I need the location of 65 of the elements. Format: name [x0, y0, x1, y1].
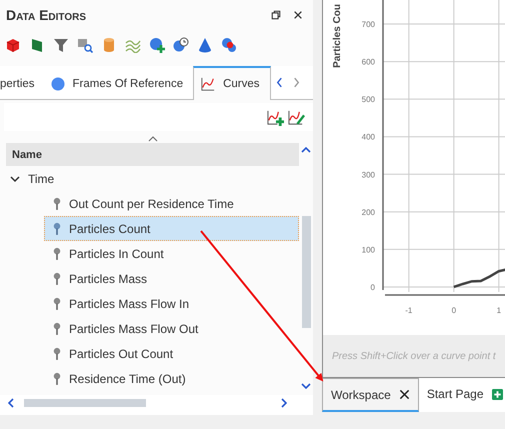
tree-item[interactable]: Particles Mass Flow Out — [44, 316, 299, 341]
x-tick-label: 1 — [496, 306, 502, 315]
y-tick-label: 600 — [362, 58, 375, 67]
sort-caret-icon — [148, 136, 158, 142]
panel-tab[interactable]: Frames Of Reference — [44, 66, 194, 99]
scroll-left-icon[interactable] — [8, 398, 14, 408]
tree-item[interactable]: Particles Count — [44, 216, 299, 241]
chevron-down-icon[interactable] — [10, 174, 20, 184]
scrollbar-thumb[interactable] — [24, 399, 146, 407]
pin-icon — [53, 297, 61, 310]
x-tick-label: 0 — [452, 306, 456, 315]
restore-icon[interactable] — [271, 10, 281, 20]
pin-icon — [53, 347, 61, 360]
circle-icon — [50, 76, 65, 90]
x-tick-label: -1 — [405, 306, 412, 315]
pin-icon — [53, 322, 61, 335]
cone-icon[interactable] — [197, 37, 213, 53]
tree-item[interactable]: Particles Mass Flow In — [44, 291, 299, 316]
y-tick-label: 700 — [362, 20, 375, 30]
scrollbar-thumb[interactable] — [302, 216, 310, 328]
close-icon[interactable] — [293, 10, 303, 20]
add-sphere-icon[interactable] — [149, 37, 165, 53]
panel-title: Data Editors — [6, 7, 88, 23]
y-axis-label: Particles Cou — [332, 4, 343, 68]
scroll-down-icon[interactable] — [301, 383, 311, 389]
pin-icon — [53, 222, 61, 235]
y-tick-label: 100 — [362, 245, 375, 254]
edit-curve-icon[interactable] — [288, 108, 305, 126]
tree-item[interactable]: Particles In Count — [44, 241, 299, 266]
pin-icon — [53, 372, 61, 385]
panel-tab[interactable]: Curves — [193, 66, 271, 100]
y-tick-label: 500 — [362, 95, 375, 104]
pin-icon — [53, 247, 61, 260]
search-box-icon[interactable] — [77, 37, 93, 53]
y-tick-label: 300 — [362, 170, 375, 180]
panel-tab[interactable]: perties — [0, 66, 45, 99]
y-tick-label: 0 — [370, 283, 375, 292]
sphere-clock-icon[interactable] — [173, 37, 189, 53]
document-tab[interactable]: Start Page — [418, 378, 505, 412]
scroll-up-icon[interactable] — [301, 147, 311, 153]
scroll-right-icon[interactable] — [281, 398, 287, 408]
tree-item[interactable]: Out Count per Residence Time — [44, 191, 299, 216]
tab-label: Curves — [223, 78, 260, 90]
document-tab[interactable]: Workspace — [322, 378, 419, 412]
y-tick-label: 200 — [362, 208, 375, 217]
pin-icon — [53, 197, 61, 210]
add-curve-icon[interactable] — [267, 108, 284, 126]
tree-item[interactable]: Particles Mass — [44, 266, 299, 291]
tab-label: perties — [0, 78, 35, 90]
curve-chart-icon — [201, 77, 216, 91]
panel-icon[interactable] — [29, 37, 45, 53]
sphere-burst-icon[interactable] — [221, 37, 237, 53]
tree-item[interactable]: Particles Out Count — [44, 341, 299, 366]
cube-icon[interactable] — [5, 37, 21, 53]
tab-label: Frames Of Reference — [72, 78, 184, 90]
funnel-icon[interactable] — [53, 37, 69, 53]
add-icon[interactable] — [492, 388, 503, 400]
tree-item[interactable]: Time — [28, 172, 54, 186]
status-hint: Press Shift+Click over a curve point t — [331, 350, 496, 362]
pin-icon — [53, 272, 61, 285]
close-icon[interactable] — [398, 389, 410, 400]
tree-item[interactable]: Residence Time (Out) — [44, 366, 299, 391]
column-header[interactable]: Name — [6, 143, 299, 166]
y-tick-label: 400 — [362, 132, 375, 142]
data-line — [453, 268, 505, 288]
